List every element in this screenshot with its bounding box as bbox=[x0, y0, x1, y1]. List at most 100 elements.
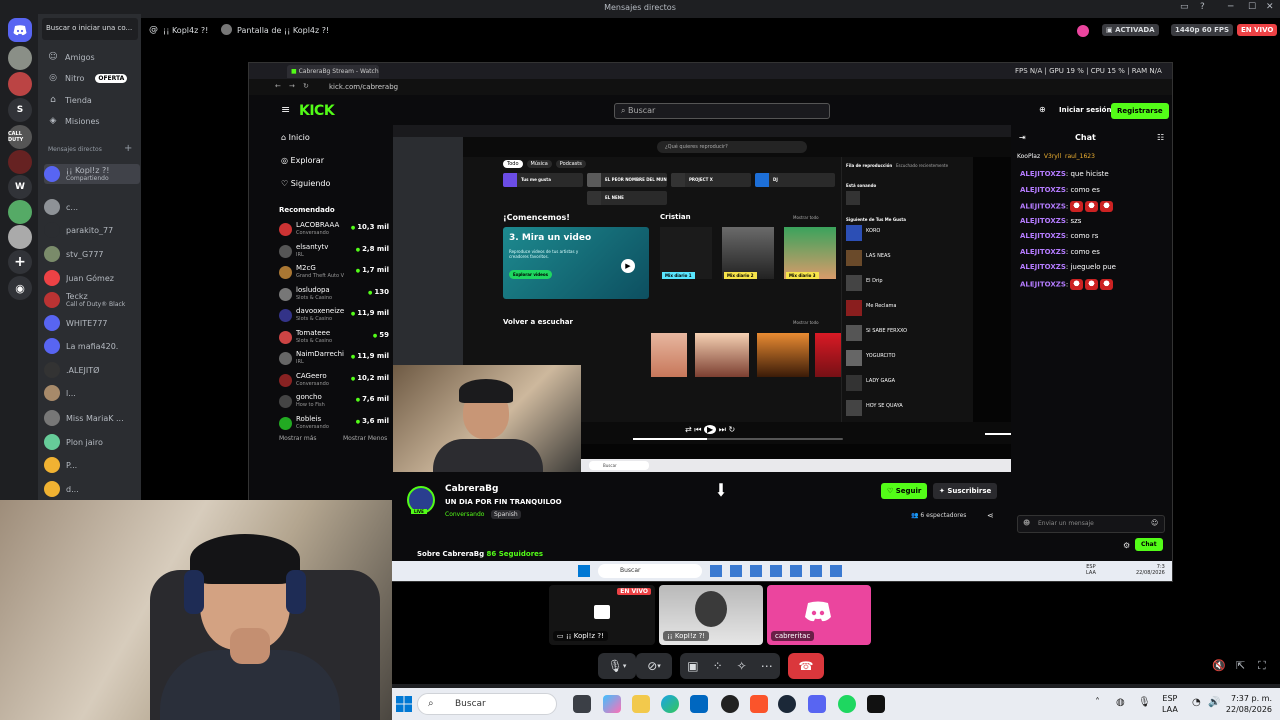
dm-item[interactable]: ¡¡ Kopl!z ?! Compartiendo bbox=[44, 164, 140, 184]
emote-icon[interactable]: ☻ bbox=[1023, 519, 1030, 527]
recommended-channel[interactable]: davooxeneizeSlots & Casino 11,9 mil bbox=[279, 307, 389, 325]
chat-username[interactable]: ALEJITOXZS bbox=[1020, 280, 1066, 288]
server-icon[interactable]: S bbox=[8, 98, 32, 122]
album-cover[interactable] bbox=[695, 333, 749, 377]
dm-item[interactable]: WHITE777 bbox=[44, 313, 140, 333]
queue-item[interactable]: YOGURCITO bbox=[846, 350, 970, 370]
mix-shortcut[interactable]: PROJECT X bbox=[671, 173, 751, 187]
nav-shop[interactable]: ⌂ Tienda bbox=[48, 95, 92, 105]
participant-tile[interactable]: ¡¡ KopI!z ?! bbox=[659, 585, 763, 645]
collapse-chat-icon[interactable]: ⇥ bbox=[1019, 133, 1026, 142]
chat-username[interactable]: ALEJITOXZS bbox=[1020, 203, 1066, 211]
explore-videos-button[interactable]: Explorar videos bbox=[509, 270, 553, 279]
category-link[interactable]: Conversando bbox=[445, 511, 484, 518]
chat-username[interactable]: ALEJITOXZS bbox=[1020, 186, 1066, 194]
edge-icon[interactable] bbox=[661, 695, 679, 713]
chat-users-icon[interactable]: ☷ bbox=[1157, 133, 1164, 142]
kick-nav-following[interactable]: ♡ Siguiendo bbox=[281, 179, 330, 188]
kick-logo[interactable]: KICK bbox=[299, 103, 335, 119]
store-icon[interactable] bbox=[690, 695, 708, 713]
app-icon[interactable] bbox=[867, 695, 885, 713]
login-button[interactable]: Iniciar sesión bbox=[1059, 106, 1111, 114]
dm-item[interactable]: l... bbox=[44, 383, 140, 403]
close-button[interactable]: ✕ bbox=[1266, 2, 1274, 12]
nav-friends[interactable]: ☺ Amigos bbox=[48, 52, 94, 62]
chat-username[interactable]: ALEJITOXZS bbox=[1020, 263, 1066, 271]
nav-quests[interactable]: ◈ Misiones bbox=[48, 116, 100, 126]
chat-username[interactable]: ALEJITOXZS bbox=[1020, 217, 1066, 225]
camera-button[interactable]: ⊘ ▾ bbox=[636, 653, 672, 679]
server-icon[interactable] bbox=[8, 200, 32, 224]
mix-shortcut[interactable]: EL NENE bbox=[587, 191, 667, 205]
queue-item[interactable]: Me Reclama bbox=[846, 300, 970, 320]
network-icon[interactable]: ◍ bbox=[1116, 697, 1125, 708]
queue-title[interactable]: Fila de reproducción bbox=[846, 163, 892, 168]
mix-shortcut[interactable]: EL PEOR NOMBRE DEL MUNDO bbox=[587, 173, 667, 187]
activities-icon[interactable]: ⁘ bbox=[713, 659, 723, 673]
mix-cover[interactable]: Mix diario 3 bbox=[784, 227, 836, 279]
dm-item[interactable]: Plon jairo bbox=[44, 432, 140, 452]
spotify-icon[interactable] bbox=[838, 695, 856, 713]
more-icon[interactable]: ⋯ bbox=[761, 659, 773, 673]
chat-username[interactable]: ALEJITOXZS bbox=[1020, 170, 1066, 178]
dm-item[interactable]: stv_G777 bbox=[44, 244, 140, 264]
volume-icon[interactable]: 🔇 bbox=[1212, 659, 1226, 672]
menu-icon[interactable]: ≡ bbox=[281, 103, 290, 116]
task-view-icon[interactable] bbox=[573, 695, 591, 713]
fullscreen-icon[interactable]: ⛶ bbox=[1258, 659, 1266, 673]
subscribe-button[interactable]: ✦ Suscribirse bbox=[933, 483, 998, 499]
dm-item[interactable]: La mafia420. bbox=[44, 336, 140, 356]
dm-item[interactable]: Teckz Call of Duty® Black bbox=[44, 290, 140, 310]
copilot-icon[interactable] bbox=[603, 695, 621, 713]
mic-icon[interactable]: 🎙 bbox=[1138, 697, 1151, 708]
recommended-channel[interactable]: LACOBRAAAConversando 10,3 mil bbox=[279, 221, 389, 239]
recommended-channel[interactable]: TomateeeSlots & Casino 59 bbox=[279, 329, 389, 347]
discord-icon[interactable] bbox=[808, 695, 826, 713]
send-chat-button[interactable]: Chat bbox=[1135, 538, 1163, 551]
queue-item[interactable]: SI SABE FERXXO bbox=[846, 325, 970, 345]
dm-item[interactable]: parakito_77 bbox=[44, 220, 140, 240]
app-icon[interactable] bbox=[721, 695, 739, 713]
streamer-name[interactable]: CabreraBg bbox=[445, 484, 498, 494]
kick-nav-explore[interactable]: ◎ Explorar bbox=[281, 156, 324, 165]
album-cover[interactable] bbox=[757, 333, 809, 377]
recent-title[interactable]: Escuchado recientemente bbox=[896, 163, 948, 168]
server-icon[interactable] bbox=[8, 46, 32, 70]
dm-item[interactable]: P... bbox=[44, 455, 140, 475]
queue-item[interactable]: LAS NEAS bbox=[846, 250, 970, 270]
mute-button[interactable]: 🎙 ▾ bbox=[598, 653, 636, 679]
kick-nav-home[interactable]: ⌂ Inicio bbox=[281, 133, 310, 142]
dm-item[interactable]: d... bbox=[44, 479, 140, 499]
recommended-channel[interactable]: CAGeeroConversando 10,2 mil bbox=[279, 372, 389, 390]
discord-home-icon[interactable] bbox=[8, 18, 32, 42]
back-icon[interactable]: ← bbox=[275, 82, 281, 90]
add-server-icon[interactable]: + bbox=[8, 250, 32, 274]
popout-icon[interactable]: ⇱ bbox=[1236, 659, 1245, 672]
spotify-search-input[interactable]: ¿Qué quieres reproducir? bbox=[657, 141, 807, 153]
add-dm-icon[interactable]: + bbox=[124, 143, 132, 154]
taskbar-clock[interactable]: 7:37 p. m. 22/08/2026 bbox=[1226, 693, 1272, 715]
call-user-name[interactable]: ¡¡ Kopl4z ?! bbox=[163, 26, 208, 35]
nav-nitro[interactable]: ◎ Nitro OFERTA bbox=[48, 73, 128, 83]
chip-all[interactable]: Todo bbox=[503, 160, 523, 168]
server-icon[interactable] bbox=[8, 150, 32, 174]
file-explorer-icon[interactable] bbox=[632, 695, 650, 713]
recommended-channel[interactable]: gonchoHow to Fish 7,6 mil bbox=[279, 393, 389, 411]
globe-icon[interactable]: ⊕ bbox=[1039, 105, 1046, 114]
dm-item[interactable]: Juan Gómez bbox=[44, 268, 140, 288]
settings-icon[interactable]: ⚙ bbox=[1123, 541, 1130, 550]
url-text[interactable]: kick.com/cabrerabg bbox=[329, 83, 398, 91]
speaker-icon[interactable]: 🔊 bbox=[1208, 697, 1220, 708]
follow-button[interactable]: ♡ Seguir bbox=[881, 483, 928, 499]
queue-item[interactable]: HOY SE QUAYA bbox=[846, 400, 970, 420]
play-icon[interactable]: ▶ bbox=[621, 259, 635, 273]
windows-start-icon[interactable] bbox=[396, 696, 412, 712]
mix-cover[interactable]: Mix diario 1 bbox=[660, 227, 712, 279]
recommended-channel[interactable]: RobleisConversando 3,6 mil bbox=[279, 415, 389, 433]
show-all-link[interactable]: Mostrar todo bbox=[793, 320, 819, 325]
taskbar-search-input[interactable]: ⌕ Buscar bbox=[417, 693, 557, 715]
explore-icon[interactable]: ◉ bbox=[8, 276, 32, 300]
activity-icon[interactable] bbox=[1077, 25, 1089, 37]
progress-track[interactable] bbox=[633, 438, 843, 440]
emoji-icon[interactable]: ☺ bbox=[1151, 519, 1158, 527]
